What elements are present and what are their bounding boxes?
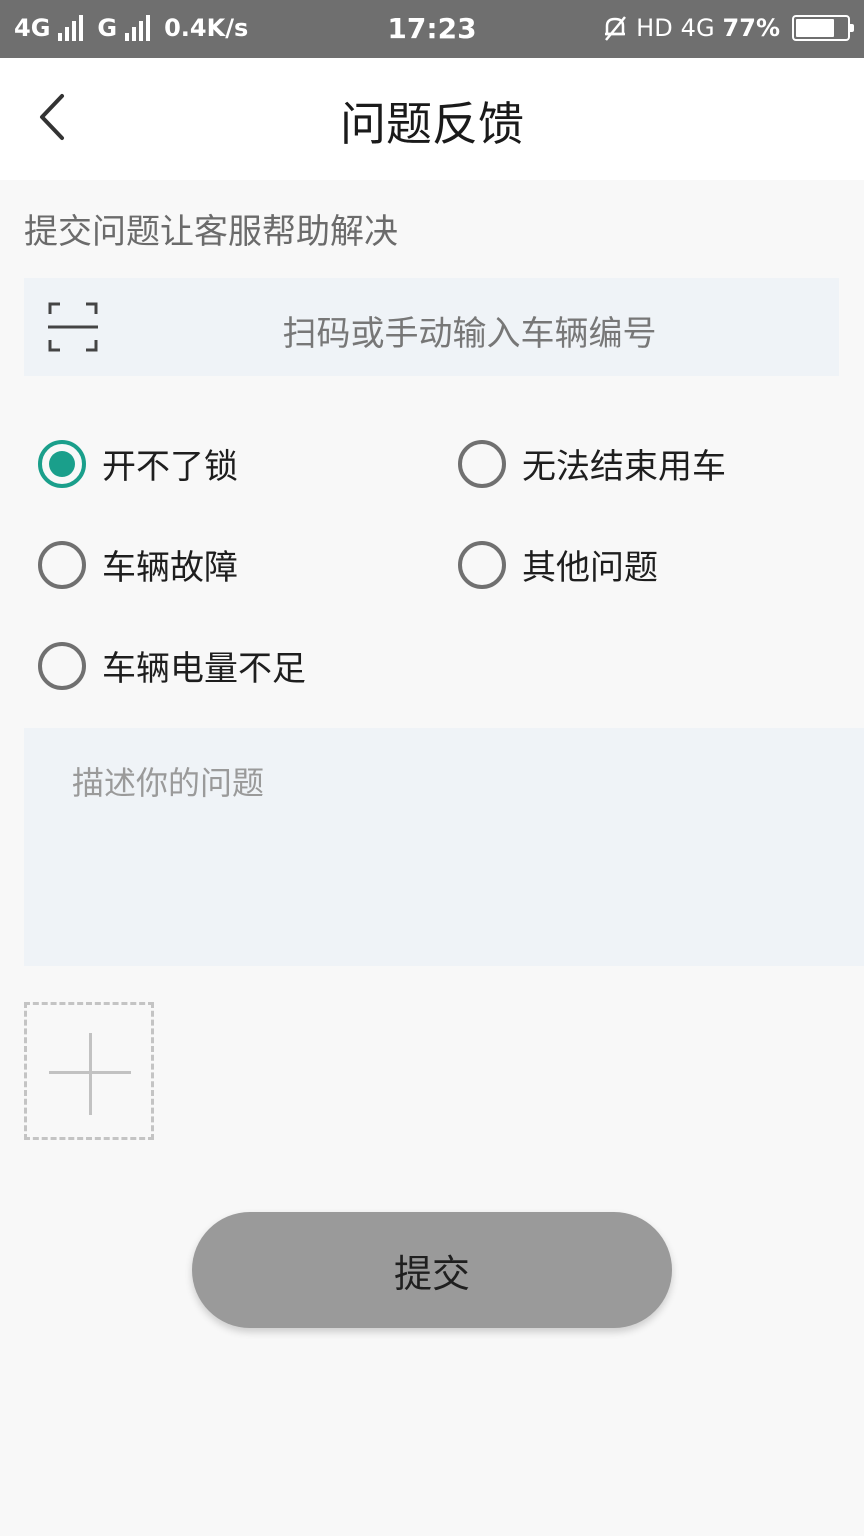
network-label-3: 4G — [680, 14, 715, 42]
option-cannot-end-ride[interactable]: 无法结束用车 — [458, 439, 726, 488]
status-right: HD 4G 77% — [602, 14, 854, 42]
option-label: 其他问题 — [522, 548, 658, 588]
status-bar: 4G G 0.4K/s 17:23 HD 4G 77% — [0, 0, 864, 58]
scan-frame-icon[interactable] — [48, 302, 98, 352]
hd-label: HD — [636, 14, 673, 42]
option-label: 车辆故障 — [102, 548, 238, 588]
submit-button[interactable]: 提交 — [192, 1212, 672, 1328]
option-other[interactable]: 其他问题 — [458, 540, 658, 589]
option-low-battery[interactable]: 车辆电量不足 — [38, 641, 306, 690]
option-label: 车辆电量不足 — [102, 649, 306, 689]
option-label: 无法结束用车 — [522, 447, 726, 487]
add-photo-button[interactable] — [24, 1002, 154, 1140]
nav-header: 问题反馈 — [0, 58, 864, 180]
description-textarea[interactable]: 描述你的问题 — [24, 728, 864, 966]
form-hint: 提交问题让客服帮助解决 — [24, 212, 398, 252]
vehicle-number-input[interactable]: 扫码或手动输入车辆编号 — [24, 278, 839, 376]
option-vehicle-fault[interactable]: 车辆故障 — [38, 540, 238, 589]
radio-button[interactable] — [38, 439, 86, 488]
vehicle-number-placeholder: 扫码或手动输入车辆编号 — [282, 314, 657, 354]
radio-button[interactable] — [38, 540, 86, 589]
description-placeholder: 描述你的问题 — [72, 764, 265, 802]
radio-button[interactable] — [458, 439, 506, 488]
page-title: 问题反馈 — [340, 97, 524, 151]
radio-button[interactable] — [38, 641, 86, 690]
option-cannot-unlock[interactable]: 开不了锁 — [38, 439, 238, 488]
mute-bell-icon — [605, 16, 627, 41]
issue-options: 开不了锁 无法结束用车 车辆故障 其他问题 车辆电量不足 — [0, 412, 864, 712]
battery-icon — [792, 15, 854, 41]
radio-button[interactable] — [458, 540, 506, 589]
option-label: 开不了锁 — [102, 447, 238, 487]
feedback-screen: 4G G 0.4K/s 17:23 HD 4G 77% 问题反馈 提交问题让客服… — [0, 0, 864, 1536]
battery-percent: 77% — [722, 14, 780, 42]
